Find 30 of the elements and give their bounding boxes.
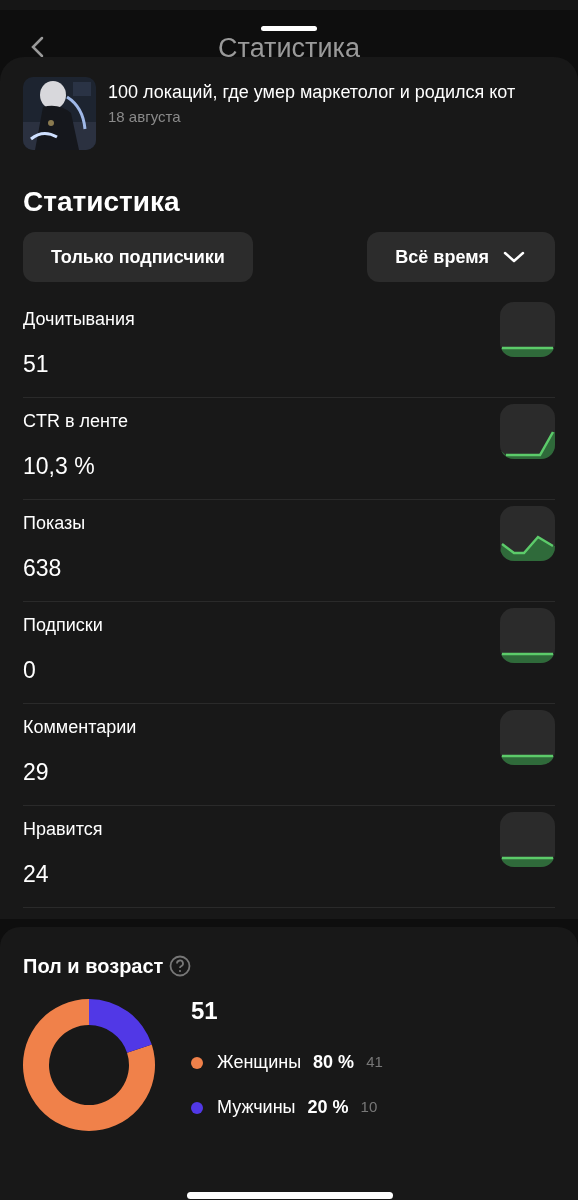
legend-percent: 80 % — [313, 1051, 355, 1074]
metric-value: 24 — [23, 860, 50, 889]
article-date: 18 августа — [108, 107, 182, 127]
metric-label: Дочитывания — [23, 308, 135, 331]
section-heading: Статистика — [23, 188, 181, 216]
metric-value: 638 — [23, 554, 63, 583]
metric-value: 10,3 % — [23, 452, 96, 481]
legend-label: Мужчины — [217, 1096, 296, 1119]
legend-percent: 20 % — [307, 1096, 349, 1119]
metric-label: CTR в ленте — [23, 410, 129, 433]
metric-label: Нравится — [23, 818, 103, 841]
total-count: 51 — [191, 999, 219, 1023]
period-dropdown[interactable]: Всё время — [367, 232, 555, 282]
metric-label: Комментарии — [23, 716, 137, 739]
metric-value: 0 — [23, 656, 37, 685]
legend-count: 10 — [360, 1097, 378, 1118]
section-heading: Пол и возраст — [23, 954, 164, 979]
chevron-down-icon — [503, 251, 525, 263]
metric-value: 51 — [23, 350, 50, 379]
screen-title: Статистика — [218, 35, 360, 62]
back-icon[interactable] — [30, 36, 44, 58]
filter-button[interactable]: Только подписчики — [23, 232, 253, 282]
metric-label: Показы — [23, 512, 86, 535]
metric-value: 29 — [23, 758, 50, 787]
article-title[interactable]: 100 локаций, где умер маркетолог и родился кот — [108, 79, 548, 105]
metric-label: Подписки — [23, 614, 103, 637]
drag-handle[interactable] — [261, 26, 317, 31]
help-icon[interactable] — [169, 955, 192, 977]
legend-count: 41 — [366, 1052, 383, 1073]
legend-label: Женщины — [217, 1051, 302, 1074]
